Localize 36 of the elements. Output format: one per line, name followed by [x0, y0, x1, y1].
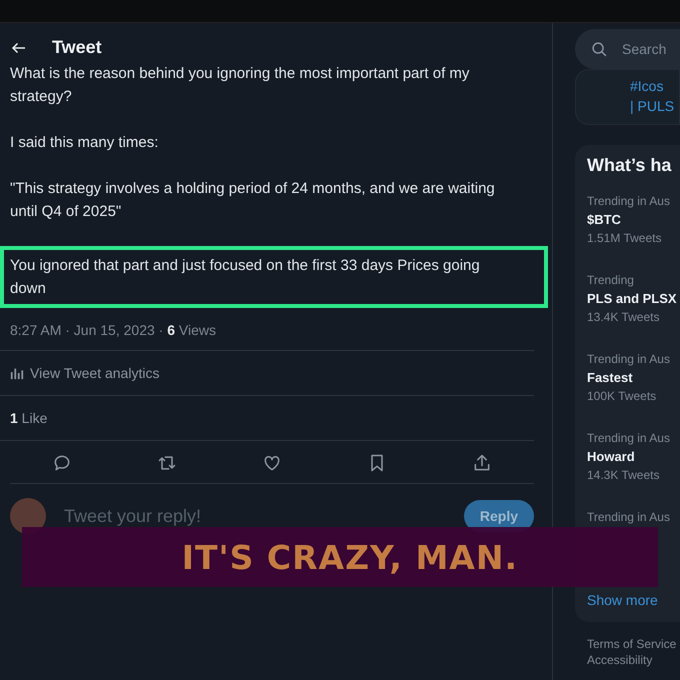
share-icon[interactable]: [472, 453, 492, 473]
trends-title: What’s ha: [587, 155, 672, 176]
trend-topic[interactable]: $BTC: [587, 212, 680, 227]
search-placeholder: Search: [622, 41, 666, 57]
likes-count[interactable]: 1 Like: [10, 410, 48, 426]
trend-context: Trending in Aus: [587, 510, 671, 524]
trend-context: Trending in Aus: [587, 194, 671, 208]
tweet-text: I said this many times:: [9, 133, 160, 153]
search-field[interactable]: Search: [575, 29, 680, 69]
heart-icon[interactable]: [262, 453, 282, 473]
hashtag-link[interactable]: #Icos: [630, 76, 679, 96]
tweet-timestamp: 8:27 AM · Jun 15, 2023 · 6 Views: [0, 308, 534, 351]
trend-topic[interactable]: Fastest: [587, 370, 680, 385]
trend-context: Trending: [587, 273, 635, 287]
trend-context: Trending in Aus: [587, 352, 671, 366]
trend-count: 14.3K Tweets: [587, 468, 660, 482]
analytics-icon: [10, 366, 24, 380]
show-more-link[interactable]: Show more: [587, 592, 680, 608]
trend-topic[interactable]: PLS and PLSX: [587, 291, 680, 306]
reply-field[interactable]: Tweet your reply!: [62, 504, 448, 528]
tweet-text: What is the reason behind you ignoring the most important part of my strategy?: [9, 64, 470, 107]
trend-count: 100K Tweets: [587, 389, 658, 403]
hashtag-link[interactable]: | PULS: [630, 96, 679, 116]
trend-count: 13.4K Tweets: [587, 310, 660, 324]
comment-icon[interactable]: [52, 453, 72, 473]
footer-link[interactable]: Terms of Service: [587, 636, 680, 652]
footer-link[interactable]: Accessibility: [587, 652, 680, 668]
trend-context: Trending in Aus: [587, 431, 671, 445]
trend-topic[interactable]: Howard: [587, 449, 680, 464]
trend-count: 1.51M Tweets: [587, 231, 662, 245]
highlighted-tweet-text: You ignored that part and just focused on the first 33 days Prices going down: [0, 246, 548, 308]
page-title: Tweet: [52, 37, 102, 58]
tweet-text: "This strategy involves a holding period of 24 months, and we are waiting until Q4 of 2025": [9, 179, 496, 222]
caption-text: IT'S CRAZY, MAN.: [182, 538, 518, 576]
search-icon: [591, 40, 608, 58]
analytics-link[interactable]: View Tweet analytics: [30, 365, 160, 381]
